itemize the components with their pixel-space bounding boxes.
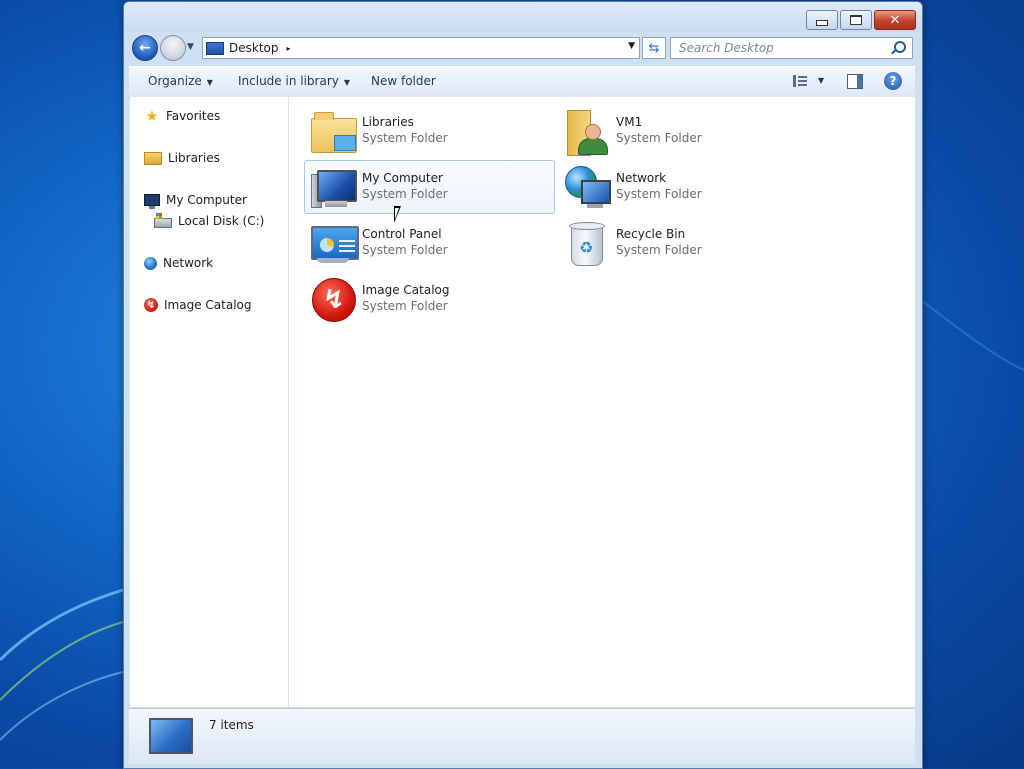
nav-item-label: Local Disk (C:)	[178, 214, 265, 228]
maximize-icon	[850, 15, 862, 25]
maximize-button[interactable]	[840, 10, 872, 30]
file-item-my-computer[interactable]: My Computer System Folder	[304, 160, 555, 214]
desktop-icon	[149, 718, 193, 754]
file-type: System Folder	[362, 299, 448, 313]
file-item-vm1[interactable]: VM1 System Folder	[558, 104, 809, 158]
network-icon	[563, 164, 611, 210]
nav-item-my-computer[interactable]: My Computer	[144, 193, 247, 209]
user-folder-icon	[563, 108, 611, 156]
address-dropdown-icon[interactable]: ▼	[628, 41, 635, 51]
file-name: Recycle Bin	[616, 227, 686, 241]
nav-item-label: Libraries	[168, 151, 220, 165]
image-catalog-icon: ↯	[144, 298, 158, 312]
recycle-bin-icon: ♻	[563, 220, 611, 266]
views-dropdown-icon[interactable]: ▼	[818, 76, 824, 85]
image-catalog-icon: ↯	[309, 276, 357, 322]
search-icon[interactable]	[894, 41, 906, 53]
nav-item-label: Image Catalog	[164, 298, 252, 312]
file-name: Image Catalog	[362, 283, 450, 297]
breadcrumb-desktop[interactable]: Desktop	[229, 41, 279, 55]
file-type: System Folder	[362, 131, 448, 145]
file-item-recycle-bin[interactable]: ♻ Recycle Bin System Folder	[558, 216, 809, 270]
nav-item-local-disk[interactable]: Local Disk (C:)	[154, 213, 265, 228]
details-pane: 7 items	[129, 708, 915, 764]
search-placeholder: Search Desktop	[679, 41, 774, 55]
libraries-folder-icon	[309, 108, 357, 154]
command-bar: Organize ▼ Include in library ▼ New folder…	[129, 66, 915, 98]
close-button[interactable]: ✕	[874, 10, 916, 30]
nav-item-label: My Computer	[166, 193, 247, 207]
navigation-pane: ★ Favorites Libraries My Computer Local …	[130, 97, 289, 707]
navigation-row: ← ▼ Desktop ▸ ▼ ⇆ Search Desktop	[124, 32, 922, 64]
network-icon	[144, 256, 157, 270]
nav-item-label: Network	[163, 256, 214, 270]
nav-item-network[interactable]: Network	[144, 256, 213, 270]
control-panel-icon	[309, 220, 359, 266]
include-in-library-label: Include in library	[238, 74, 339, 88]
nav-item-libraries[interactable]: Libraries	[144, 151, 220, 165]
explorer-window: ✕ ← ▼ Desktop ▸ ▼ ⇆ Search Desktop Organ	[123, 1, 923, 769]
file-type: System Folder	[616, 243, 702, 257]
file-item-image-catalog[interactable]: ↯ Image Catalog System Folder	[304, 272, 555, 326]
recent-pages-button[interactable]: ▼	[187, 42, 194, 52]
search-input[interactable]: Search Desktop	[670, 37, 913, 59]
breadcrumb-separator[interactable]: ▸	[287, 44, 291, 53]
nav-item-favorites[interactable]: ★ Favorites	[144, 107, 221, 125]
file-item-network[interactable]: Network System Folder	[558, 160, 809, 214]
file-item-control-panel[interactable]: Control Panel System Folder	[304, 216, 555, 270]
libraries-icon	[144, 151, 162, 165]
computer-icon	[144, 194, 160, 209]
help-icon[interactable]: ?	[884, 72, 902, 90]
star-icon: ★	[145, 107, 159, 125]
item-count: 7 items	[209, 718, 254, 732]
organize-button[interactable]: Organize ▼	[148, 74, 213, 88]
refresh-button[interactable]: ⇆	[642, 37, 666, 59]
file-item-libraries[interactable]: Libraries System Folder	[304, 104, 555, 158]
desktop-icon	[206, 41, 224, 55]
organize-label: Organize	[148, 74, 202, 88]
refresh-icon: ⇆	[648, 40, 660, 56]
views-icon[interactable]	[793, 75, 810, 87]
back-button[interactable]: ←	[132, 35, 158, 61]
file-name: VM1	[616, 115, 643, 129]
file-list: Libraries System Folder VM1 System Folde…	[288, 97, 915, 707]
back-arrow-icon: ←	[139, 40, 151, 56]
title-bar[interactable]: ✕	[124, 2, 922, 32]
computer-icon	[309, 164, 357, 210]
minimize-button[interactable]	[806, 10, 838, 30]
file-type: System Folder	[362, 187, 448, 201]
help-glyph: ?	[889, 74, 897, 88]
file-name: My Computer	[362, 171, 443, 185]
minimize-icon	[816, 20, 828, 26]
chevron-down-icon: ▼	[206, 78, 213, 87]
nav-item-image-catalog[interactable]: ↯ Image Catalog	[144, 298, 251, 312]
content-area: ★ Favorites Libraries My Computer Local …	[130, 97, 915, 707]
disk-icon	[154, 213, 172, 228]
file-type: System Folder	[362, 243, 448, 257]
address-bar[interactable]: Desktop ▸ ▼	[202, 37, 640, 59]
include-in-library-button[interactable]: Include in library ▼	[238, 74, 350, 88]
new-folder-label: New folder	[371, 74, 436, 88]
preview-pane-icon[interactable]	[847, 74, 863, 89]
file-name: Control Panel	[362, 227, 442, 241]
nav-item-label: Favorites	[166, 109, 221, 123]
file-type: System Folder	[616, 187, 702, 201]
file-name: Network	[616, 171, 667, 185]
new-folder-button[interactable]: New folder	[371, 74, 436, 88]
caption-buttons: ✕	[806, 10, 916, 30]
forward-button[interactable]	[160, 35, 186, 61]
file-name: Libraries	[362, 115, 414, 129]
chevron-down-icon: ▼	[187, 42, 194, 52]
file-type: System Folder	[616, 131, 702, 145]
chevron-down-icon: ▼	[343, 78, 351, 87]
close-icon: ✕	[889, 12, 901, 28]
